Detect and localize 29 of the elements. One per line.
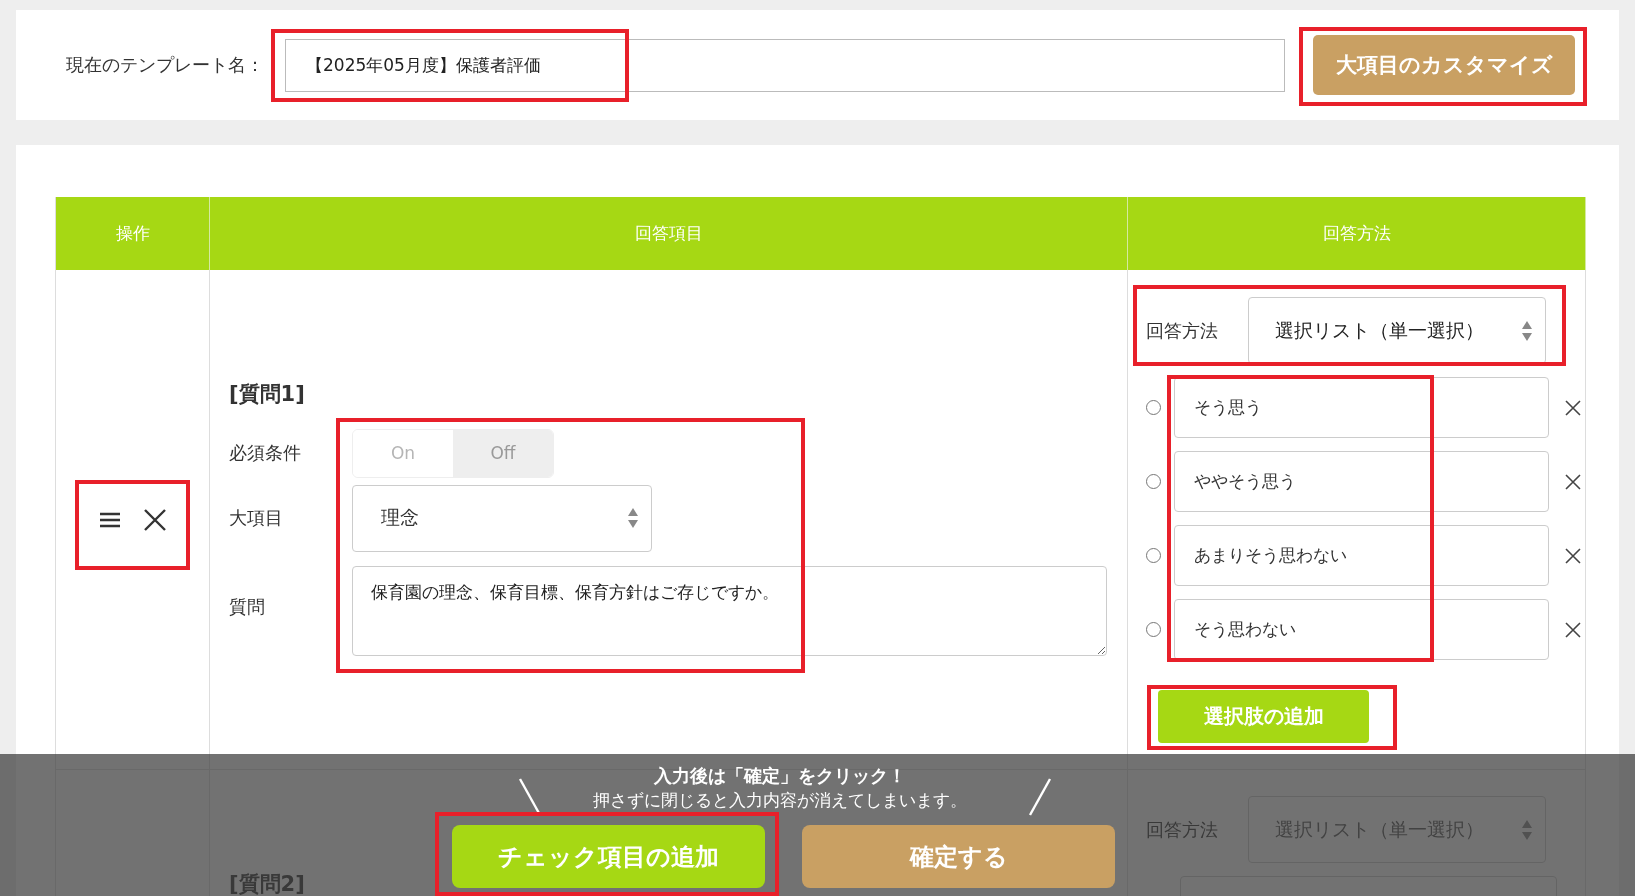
field-label: 質問 — [229, 595, 266, 619]
template-name-label: 現在のテンプレート名： — [66, 53, 265, 77]
delete-icon[interactable] — [142, 507, 167, 532]
close-icon[interactable] — [1565, 621, 1581, 638]
question-textarea[interactable]: 保育園の理念、保育目標、保育方針はご存じですか。 — [352, 566, 1107, 656]
column-header: 回答項目 — [210, 197, 1128, 270]
question-heading: [質問1] — [229, 381, 306, 408]
choice-field[interactable]: そう思わない — [1174, 599, 1549, 660]
choice-field[interactable]: ややそう思う — [1174, 451, 1549, 512]
accent-line — [1028, 778, 1052, 816]
field-label: 大項目 — [229, 506, 284, 530]
field-label: 回答方法 — [1146, 817, 1219, 842]
category-select[interactable]: 理念 — [352, 484, 652, 552]
close-icon[interactable] — [1565, 399, 1581, 416]
notice-text: 入力後は「確定」をクリック！ — [653, 764, 907, 788]
answer-method-select[interactable]: 選択リスト（単一選択） — [1248, 297, 1546, 364]
close-icon[interactable] — [1565, 473, 1581, 490]
close-icon[interactable] — [1565, 547, 1581, 564]
column-header: 操作 — [56, 197, 210, 270]
updown-icon — [627, 506, 639, 530]
choice-field[interactable]: そう思う — [1174, 377, 1549, 438]
template-name-field[interactable]: 【2025年05月度】保護者評価 — [285, 38, 1285, 92]
field-label: 回答方法 — [1146, 318, 1219, 343]
question-heading: [質問2] — [229, 871, 306, 896]
field-label: 必須条件 — [229, 441, 302, 465]
column-header: 回答方法 — [1128, 197, 1586, 270]
choice-field[interactable]: あまりそう思わない — [1174, 525, 1549, 586]
drag-handle-icon[interactable] — [98, 510, 121, 529]
warning-text: 押さずに閉じると入力内容が消えてしまいます。 — [592, 789, 968, 812]
